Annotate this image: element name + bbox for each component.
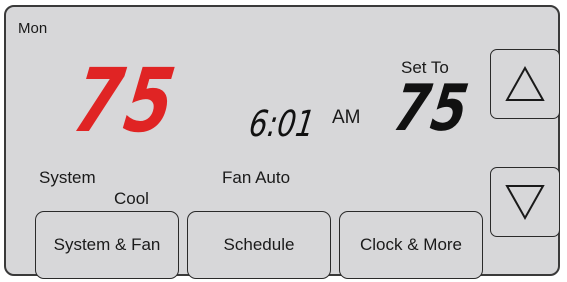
- clock-more-button[interactable]: Clock & More: [339, 211, 483, 279]
- temperature-up-button[interactable]: [490, 49, 560, 119]
- thermostat-screen: Mon 75 6:01 AM Set To 75 System Cool Fan…: [4, 5, 560, 279]
- current-temperature: 75: [67, 49, 184, 152]
- fan-mode-label: Fan Auto: [222, 168, 291, 187]
- triangle-up-icon: [503, 64, 547, 104]
- clock-more-button-label: Clock & More: [359, 235, 463, 254]
- system-fan-button[interactable]: System & Fan: [35, 211, 179, 279]
- system-fan-button-label: System & Fan: [53, 235, 161, 254]
- schedule-button[interactable]: Schedule: [187, 211, 331, 279]
- am-pm-indicator: AM: [332, 107, 361, 128]
- schedule-button-label: Schedule: [223, 235, 295, 254]
- temperature-down-button[interactable]: [490, 167, 560, 237]
- setpoint-temperature: 75: [389, 72, 475, 146]
- day-label: Mon: [18, 20, 48, 37]
- system-mode-value: Cool: [114, 189, 149, 208]
- clock-time: 6:01: [246, 104, 318, 145]
- triangle-down-icon: [503, 182, 547, 222]
- system-label: System: [39, 168, 96, 187]
